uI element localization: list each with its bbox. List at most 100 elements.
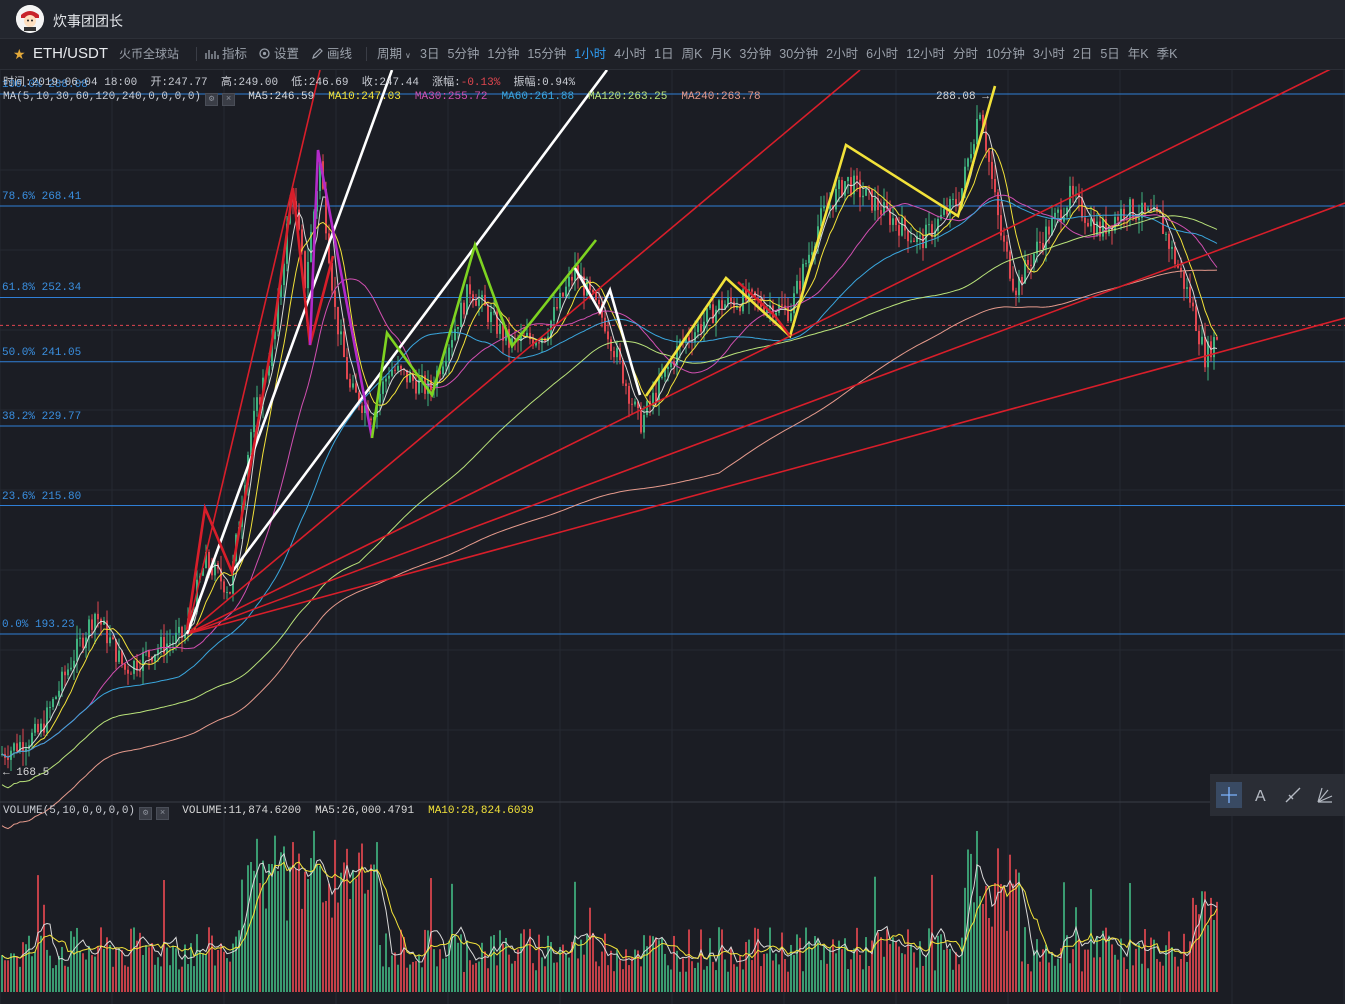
volume-bar bbox=[1135, 948, 1137, 992]
volume-bar bbox=[598, 966, 600, 992]
period-tab[interactable]: 3分钟 bbox=[739, 39, 771, 69]
candle-body bbox=[631, 403, 633, 405]
period-tab[interactable]: 1日 bbox=[654, 39, 673, 69]
candle-body bbox=[895, 218, 897, 226]
candle-body bbox=[88, 619, 90, 638]
symbol-name[interactable]: ETH/USDT bbox=[33, 39, 108, 69]
candle-body bbox=[793, 293, 795, 314]
ma-settings-icon[interactable]: ⚙ bbox=[205, 93, 219, 106]
candle-body bbox=[643, 414, 645, 433]
period-tab[interactable]: 10分钟 bbox=[986, 39, 1025, 69]
volume-bar bbox=[1204, 891, 1206, 992]
candle-body bbox=[823, 206, 825, 209]
favorite-star-icon[interactable]: ★ bbox=[13, 39, 26, 69]
period-tab[interactable]: 1分钟 bbox=[487, 39, 519, 69]
period-tab[interactable]: 2小时 bbox=[826, 39, 858, 69]
period-tab[interactable]: 2日 bbox=[1073, 39, 1092, 69]
period-tab[interactable]: 分时 bbox=[953, 39, 978, 69]
candle-body bbox=[835, 189, 837, 210]
candle-body bbox=[994, 178, 996, 193]
volume-bar bbox=[763, 953, 765, 992]
period-tab[interactable]: 4小时 bbox=[614, 39, 646, 69]
candle-body bbox=[1054, 212, 1056, 218]
volume-bar bbox=[952, 969, 954, 992]
draw-line-button[interactable]: 画线 bbox=[311, 39, 352, 69]
candle-body bbox=[1027, 259, 1029, 265]
volume-bar bbox=[253, 870, 255, 992]
indicator-button[interactable]: 指标 bbox=[205, 39, 247, 69]
volume-bar bbox=[688, 929, 690, 992]
volume-bar bbox=[52, 968, 54, 992]
volume-bar bbox=[1114, 954, 1116, 992]
volume-bar bbox=[352, 869, 354, 992]
ohlc-info-row: 时间:2019-06-04 18:00 开:247.77 高:249.00 低:… bbox=[3, 73, 575, 89]
ma-close-icon[interactable]: × bbox=[222, 93, 236, 106]
candle-body bbox=[442, 366, 444, 375]
volume-bar bbox=[850, 959, 852, 992]
candle-body bbox=[730, 297, 732, 302]
candle-body bbox=[607, 331, 609, 340]
candle-body bbox=[61, 671, 63, 691]
crosshair-tool[interactable] bbox=[1216, 782, 1242, 808]
ma-indicator-label[interactable]: MA(5,10,30,60,120,240,0,0,0,0) bbox=[3, 91, 201, 103]
period-tab[interactable]: 5分钟 bbox=[447, 39, 479, 69]
period-tab[interactable]: 5日 bbox=[1100, 39, 1119, 69]
volume-bar bbox=[454, 934, 456, 992]
period-tab[interactable]: 季K bbox=[1157, 39, 1178, 69]
volume-bar bbox=[331, 917, 333, 992]
volume-bar bbox=[370, 864, 372, 992]
candle-body bbox=[334, 290, 336, 307]
trendline-tool[interactable] bbox=[1280, 782, 1306, 808]
candle-body bbox=[847, 177, 849, 182]
candle-body bbox=[595, 292, 597, 300]
volume-bar bbox=[928, 928, 930, 992]
text-tool[interactable]: A bbox=[1248, 782, 1274, 808]
volume-bar bbox=[910, 944, 912, 992]
period-tab[interactable]: 6小时 bbox=[866, 39, 898, 69]
avatar[interactable] bbox=[16, 5, 44, 33]
volume-bar bbox=[355, 878, 357, 992]
amplitude-value: 0.94% bbox=[542, 77, 576, 89]
volume-bar bbox=[913, 952, 915, 992]
period-tab[interactable]: 3日 bbox=[420, 39, 439, 69]
volume-bar bbox=[133, 927, 135, 992]
period-tab[interactable]: 15分钟 bbox=[527, 39, 566, 69]
volume-close-icon[interactable]: × bbox=[156, 807, 170, 820]
user-trend-drawings[interactable] bbox=[185, 70, 1345, 635]
trend-fan-line bbox=[186, 70, 321, 635]
volume-bar bbox=[112, 966, 114, 992]
candle-body bbox=[553, 307, 555, 321]
settings-button[interactable]: 设置 bbox=[258, 39, 299, 69]
volume-bar bbox=[109, 945, 111, 992]
volume-bar bbox=[196, 934, 198, 992]
period-tab[interactable]: 30分钟 bbox=[779, 39, 818, 69]
volume-bar bbox=[541, 957, 543, 992]
volume-settings-icon[interactable]: ⚙ bbox=[139, 807, 153, 820]
volume-bar bbox=[655, 937, 657, 992]
volume-bar bbox=[544, 966, 546, 992]
fib-tool[interactable] bbox=[1312, 782, 1338, 808]
candle-body bbox=[346, 357, 348, 379]
volume-bar bbox=[151, 942, 153, 992]
candle-body bbox=[718, 300, 720, 310]
volume-bar bbox=[70, 931, 72, 992]
period-tab[interactable]: 周K bbox=[682, 39, 703, 69]
period-tab[interactable]: 月K bbox=[710, 39, 731, 69]
period-tab[interactable]: 年K bbox=[1128, 39, 1149, 69]
candle-body bbox=[634, 401, 636, 405]
volume-bar bbox=[472, 964, 474, 992]
volume-bar bbox=[1051, 953, 1053, 992]
period-dropdown[interactable]: 周期 ∨ bbox=[377, 39, 411, 69]
period-tab[interactable]: 3小时 bbox=[1033, 39, 1065, 69]
volume-bar bbox=[637, 950, 639, 992]
volume-indicator-label[interactable]: VOLUME(5,10,0,0,0,0) bbox=[3, 805, 135, 817]
volume-bar bbox=[721, 929, 723, 992]
close-value: 247.44 bbox=[379, 77, 419, 89]
period-tab[interactable]: 12小时 bbox=[906, 39, 945, 69]
candle-body bbox=[556, 307, 558, 309]
volume-bar bbox=[520, 933, 522, 992]
volume-bar bbox=[1177, 966, 1179, 992]
period-tab[interactable]: 1小时 bbox=[574, 39, 606, 69]
volume-bar bbox=[1156, 959, 1158, 992]
price-chart[interactable] bbox=[0, 70, 1345, 1004]
